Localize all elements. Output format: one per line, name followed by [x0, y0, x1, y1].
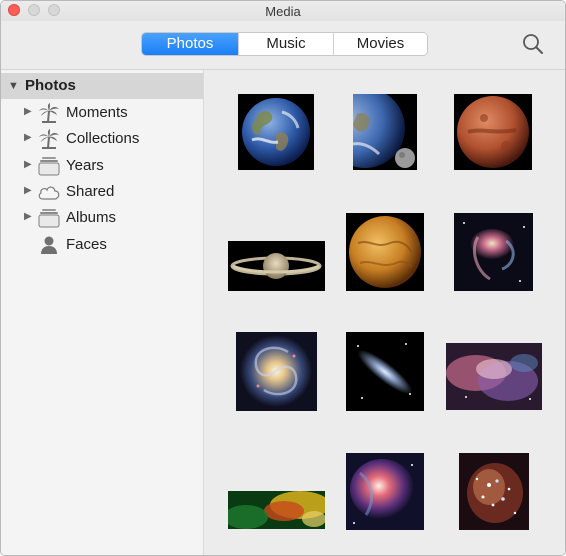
photo-thumbnail-galaxy-collision[interactable] — [454, 213, 533, 291]
photo-thumbnail-mars[interactable] — [454, 94, 532, 170]
sidebar-item-label: Albums — [66, 209, 117, 226]
photo-grid — [204, 70, 565, 555]
tab-movies[interactable]: Movies — [333, 33, 427, 55]
sidebar-item-label: Moments — [66, 104, 128, 121]
disclosure-collapsed-icon[interactable]: ▶ — [24, 159, 32, 170]
photo-thumbnail-spiral-galaxy[interactable] — [236, 332, 317, 411]
sidebar-item-label: Faces — [66, 236, 107, 253]
disclosure-collapsed-icon[interactable]: ▶ — [24, 185, 32, 196]
palm-tree-icon — [38, 103, 60, 123]
window-title: Media — [265, 4, 301, 19]
media-window: Media Photos Music Movies ▼ Photos ▶ Mom… — [0, 0, 566, 556]
toolbar: Photos Music Movies — [1, 21, 565, 70]
photo-thumbnail-colorful-nebula[interactable] — [228, 491, 325, 529]
search-icon — [523, 34, 543, 54]
tab-music[interactable]: Music — [238, 33, 333, 55]
disclosure-collapsed-icon[interactable]: ▶ — [24, 211, 32, 222]
photo-thumbnail-earth-moon[interactable] — [353, 94, 417, 170]
tab-photos[interactable]: Photos — [142, 33, 238, 55]
album-stack-icon — [38, 208, 60, 228]
disclosure-collapsed-icon[interactable]: ▶ — [24, 106, 32, 117]
photo-thumbnail-earth[interactable] — [238, 94, 314, 170]
sidebar-item-label: Shared — [66, 183, 115, 200]
cloud-icon — [38, 182, 60, 202]
photo-thumbnail-star-cluster[interactable] — [459, 453, 529, 530]
photo-thumbnail-orion-nebula[interactable] — [346, 453, 424, 530]
sidebar: ▼ Photos ▶ Moments ▶ Collections ▶ Years… — [1, 70, 204, 555]
photo-thumbnail-saturn[interactable] — [228, 241, 325, 291]
album-stack-icon — [38, 156, 60, 176]
disclosure-collapsed-icon[interactable]: ▶ — [24, 132, 32, 143]
media-type-segmented-control: Photos Music Movies — [141, 32, 428, 56]
title-bar: Media — [1, 1, 565, 21]
photo-thumbnail-andromeda-galaxy[interactable] — [346, 332, 424, 411]
sidebar-header-photos[interactable]: ▼ Photos — [1, 73, 203, 99]
disclosure-expanded-icon[interactable]: ▼ — [8, 80, 19, 92]
sidebar-item-albums[interactable]: ▶ Albums — [1, 206, 203, 230]
photo-thumbnail-venus[interactable] — [346, 213, 424, 291]
search-button[interactable] — [521, 32, 545, 56]
sidebar-item-shared[interactable]: ▶ Shared — [1, 180, 203, 204]
sidebar-item-years[interactable]: ▶ Years — [1, 154, 203, 178]
photo-thumbnail-nebula[interactable] — [446, 343, 542, 410]
palm-tree-icon — [38, 129, 60, 149]
sidebar-item-collections[interactable]: ▶ Collections — [1, 127, 203, 151]
person-icon — [38, 235, 60, 255]
sidebar-item-label: Collections — [66, 130, 140, 147]
sidebar-item-moments[interactable]: ▶ Moments — [1, 101, 203, 125]
sidebar-item-label: Years — [66, 157, 104, 174]
sidebar-header-label: Photos — [25, 77, 76, 94]
sidebar-item-faces[interactable]: Faces — [1, 233, 203, 257]
